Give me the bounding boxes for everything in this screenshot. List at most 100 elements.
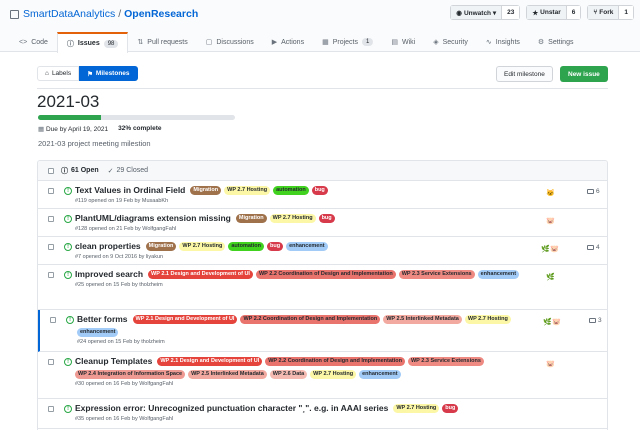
assignee-avatar[interactable]: 🐷: [552, 318, 561, 327]
issue-row[interactable]: ! Improved search WP 2.1 Design and Develo…: [38, 265, 607, 310]
issue-checkbox[interactable]: [48, 359, 54, 365]
tab-actions[interactable]: ▶ Actions: [263, 32, 313, 52]
issue-meta: #30 opened on 16 Feb by WolfgangFahl: [75, 381, 174, 387]
fork-count[interactable]: 1: [619, 6, 633, 19]
tab-wiki[interactable]: ▤ Wiki: [382, 32, 424, 52]
star-count[interactable]: 6: [566, 6, 581, 19]
issue-label[interactable]: automation: [228, 242, 264, 251]
assignee-avatar[interactable]: 🐷: [550, 245, 559, 254]
issue-title-link[interactable]: clean properties: [75, 241, 141, 252]
tab-settings[interactable]: ⚙ Settings: [529, 32, 583, 52]
issue-title-link[interactable]: PlantUML/diagrams extension missing: [75, 213, 231, 224]
tab-counter: 98: [103, 39, 119, 48]
edit-milestone-button[interactable]: Edit milestone: [496, 66, 553, 82]
repo-owner-link[interactable]: SmartDataAnalytics: [23, 8, 115, 20]
issue-row[interactable]: ! Better forms WP 2.1 Design and Developme…: [38, 310, 607, 352]
issue-label[interactable]: WP 2.4 Integration of Information Space: [75, 370, 186, 379]
assignee-avatar[interactable]: 🐱: [546, 189, 555, 198]
issue-checkbox[interactable]: [48, 188, 54, 194]
issue-label[interactable]: Migration: [190, 186, 222, 195]
issue-label[interactable]: WP 2.6 Data: [269, 370, 308, 379]
issue-label[interactable]: WP 2.2 Coordination of Design and Implem…: [265, 357, 405, 366]
fork-button[interactable]: ⑂ Fork 1: [587, 5, 634, 20]
labels-button[interactable]: ⌂ Labels: [37, 66, 80, 81]
issue-label[interactable]: enhancement: [359, 370, 401, 379]
issue-checkbox[interactable]: [48, 272, 54, 278]
issue-title-link[interactable]: Text Values in Ordinal Field: [75, 185, 185, 196]
tab-code[interactable]: <> Code: [10, 32, 57, 52]
issue-label[interactable]: WP 2.1 Design and Development of UI: [132, 315, 238, 324]
issue-checkbox[interactable]: [50, 317, 56, 323]
assignee-avatar[interactable]: 🐷: [546, 360, 555, 369]
issue-label[interactable]: WP 2.3 Service Extensions: [398, 270, 475, 279]
issue-label[interactable]: WP 2.2 Coordination of Design and Implem…: [240, 315, 381, 324]
issue-label[interactable]: WP 2.1 Design and Development of UI: [157, 357, 263, 366]
issue-label[interactable]: WP 2.3 Service Extensions: [407, 357, 484, 366]
issue-label[interactable]: enhancement: [286, 242, 328, 251]
comments-link[interactable]: 3: [589, 317, 602, 324]
issue-open-icon: !: [64, 405, 72, 413]
assignee-avatar[interactable]: 🌿: [541, 245, 550, 254]
issue-label[interactable]: enhancement: [477, 270, 520, 279]
comments-link[interactable]: 4: [587, 244, 600, 251]
new-issue-button[interactable]: New issue: [560, 66, 608, 82]
issue-row[interactable]: ! Text Values in Ordinal Field Migration WP…: [38, 181, 607, 209]
issue-checkbox[interactable]: [48, 406, 54, 412]
issue-title-link[interactable]: Cleanup Templates: [75, 356, 152, 367]
issue-label[interactable]: bug: [311, 186, 328, 195]
issue-meta: #7 opened on 9 Oct 2016 by liyakun: [75, 254, 164, 260]
issue-label[interactable]: bug: [442, 404, 459, 413]
issue-row[interactable]: ! Cleanup Templates WP 2.1 Design and Deve…: [38, 352, 607, 399]
tab-pull-requests[interactable]: ⇅ Pull requests: [128, 32, 196, 52]
tab-label: Insights: [495, 38, 520, 46]
issue-label[interactable]: bug: [267, 242, 284, 251]
issue-label[interactable]: bug: [318, 214, 335, 223]
watch-count[interactable]: 23: [502, 6, 520, 19]
issue-row[interactable]: ! Expression error: Unrecognized punctuat…: [38, 399, 607, 429]
issue-label[interactable]: automation: [273, 186, 309, 195]
closed-issues-filter[interactable]: ✓ 29 Closed: [108, 167, 148, 175]
issue-checkbox[interactable]: [48, 244, 54, 250]
tab-issues[interactable]: ⓘ Issues 98: [56, 32, 129, 53]
milestones-button[interactable]: ⚑ Milestones: [79, 66, 138, 81]
issue-label[interactable]: WP 2.1 Design and Development of UI: [148, 270, 253, 279]
tab-insights[interactable]: ∿ Insights: [477, 32, 529, 52]
select-all-checkbox[interactable]: [48, 167, 54, 174]
repo-name-link[interactable]: OpenResearch: [124, 8, 198, 20]
assignee-avatar[interactable]: 🌿: [546, 273, 555, 282]
issue-title-link[interactable]: Improved search: [75, 269, 143, 280]
star-button[interactable]: ★ Unstar 6: [526, 5, 582, 20]
issue-label[interactable]: WP 2.7 Hosting: [224, 186, 271, 195]
issue-row[interactable]: ! PlantUML/diagrams extension missing Migr…: [38, 209, 607, 237]
tab-discussions[interactable]: ▢ Discussions: [197, 32, 263, 52]
milestone-percent: 32% complete: [118, 125, 162, 132]
issue-label[interactable]: WP 2.7 Hosting: [269, 214, 316, 223]
issue-title-link[interactable]: Better forms: [77, 314, 128, 325]
comments-link[interactable]: 6: [587, 188, 600, 195]
issue-label[interactable]: Migration: [235, 214, 267, 223]
issue-label[interactable]: WP 2.7 Hosting: [393, 404, 440, 413]
watch-button[interactable]: ◉ Unwatch ▾ 23: [450, 5, 521, 20]
issue-open-icon: !: [64, 215, 72, 223]
issue-label[interactable]: WP 2.2 Coordination of Design and Implem…: [255, 270, 396, 279]
issue-label[interactable]: WP 2.5 Interlinked Metadata: [188, 370, 267, 379]
comment-count: 3: [598, 317, 602, 324]
issue-label[interactable]: Migration: [145, 242, 177, 251]
issue-title-link[interactable]: Expression error: Unrecognized punctuati…: [75, 403, 388, 414]
issue-label[interactable]: WP 2.7 Hosting: [464, 315, 511, 324]
open-issues-filter[interactable]: ⓘ 61 Open: [61, 166, 99, 176]
issue-row[interactable]: ! clean properties Migration WP 2.7 Hosting…: [38, 237, 607, 265]
issue-label[interactable]: WP 2.7 Hosting: [310, 370, 357, 379]
tab-projects[interactable]: ▦ Projects 1: [313, 32, 382, 52]
assignee-avatar[interactable]: 🐷: [546, 217, 555, 226]
issue-open-icon: !: [64, 243, 72, 251]
issue-label[interactable]: WP 2.5 Interlinked Metadata: [383, 315, 462, 324]
issue-checkbox[interactable]: [48, 216, 54, 222]
milestone-due: Due by April 19, 2021: [45, 126, 109, 133]
issue-label[interactable]: WP 2.7 Hosting: [179, 242, 226, 251]
issue-body: Better forms WP 2.1 Design and Developmen…: [77, 314, 537, 345]
tab-security[interactable]: ◈ Security: [424, 32, 477, 52]
assignee-avatar[interactable]: 🌿: [543, 318, 552, 327]
tab-icon: ∿: [485, 39, 492, 46]
issue-label[interactable]: enhancement: [77, 328, 119, 337]
